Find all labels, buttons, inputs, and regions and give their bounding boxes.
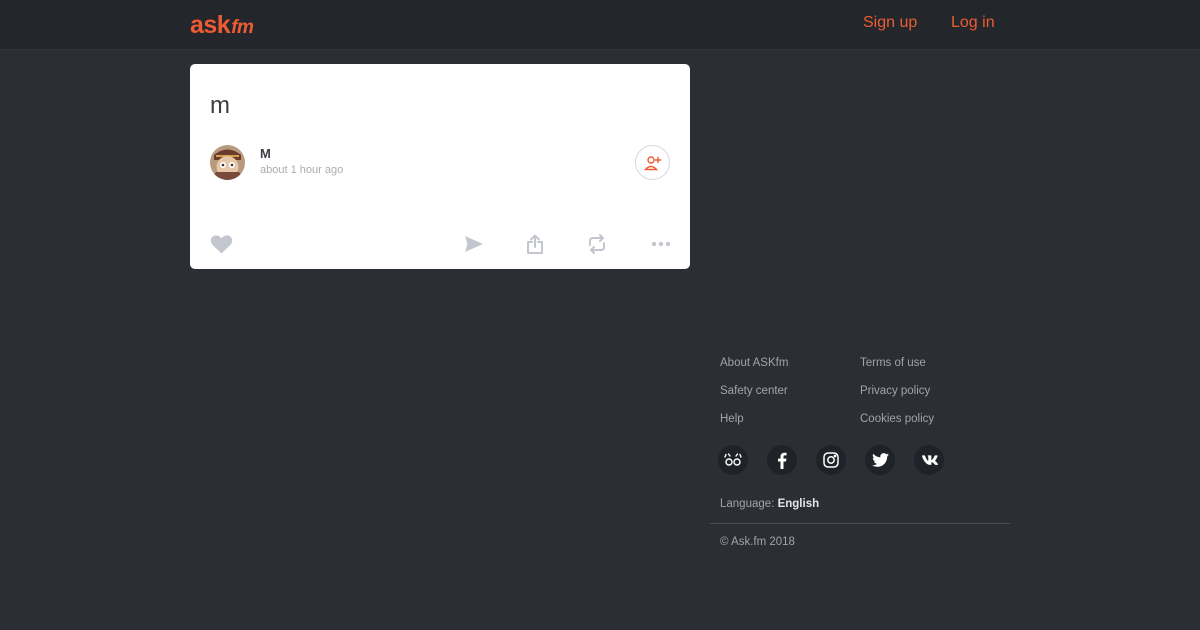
twitter-icon (871, 453, 889, 467)
copyright-text: © Ask.fm 2018 (720, 536, 795, 548)
footer-divider (710, 523, 1010, 524)
question-text: m (210, 92, 230, 119)
follow-button[interactable] (635, 145, 670, 180)
footer-link-safety[interactable]: Safety center (720, 384, 788, 398)
askfm-logo[interactable]: askfm (190, 11, 254, 42)
avatar[interactable] (210, 145, 245, 180)
language-selector[interactable]: Language: English (720, 497, 819, 511)
more-button[interactable] (649, 232, 673, 256)
share-button[interactable] (523, 232, 547, 256)
heart-icon (210, 235, 232, 254)
footer-link-terms[interactable]: Terms of use (860, 356, 926, 370)
askfm-social-button[interactable] (718, 445, 748, 475)
vk-social-button[interactable] (914, 445, 944, 475)
footer-link-help[interactable]: Help (720, 412, 744, 426)
askfm-icon (724, 453, 742, 466)
footer-link-about[interactable]: About ASKfm (720, 356, 788, 370)
logo-suffix: fm (231, 17, 254, 38)
twitter-social-button[interactable] (865, 445, 895, 475)
instagram-social-button[interactable] (816, 445, 846, 475)
share-icon (527, 234, 543, 254)
post-timestamp[interactable]: about 1 hour ago (260, 164, 343, 177)
language-label: Language: (720, 498, 775, 510)
repost-icon (589, 234, 605, 254)
vk-icon (922, 454, 938, 465)
like-button[interactable] (209, 232, 233, 256)
footer-link-cookies[interactable]: Cookies policy (860, 412, 934, 426)
add-user-icon (643, 155, 661, 170)
facebook-social-button[interactable] (767, 445, 797, 475)
more-icon (651, 241, 671, 247)
logo-main: ask (190, 11, 231, 39)
sign-up-link[interactable]: Sign up (863, 14, 917, 32)
repost-button[interactable] (585, 232, 609, 256)
facebook-icon (778, 452, 787, 469)
footer-link-privacy[interactable]: Privacy policy (860, 384, 930, 398)
author-name[interactable]: M (260, 146, 271, 161)
instagram-icon (823, 452, 839, 468)
log-in-link[interactable]: Log in (951, 14, 995, 32)
question-card: m M about 1 hour ago (190, 64, 690, 269)
send-icon (465, 236, 483, 252)
language-value[interactable]: English (778, 498, 820, 510)
top-navigation-bar: askfm Sign up Log in (0, 0, 1200, 50)
send-button[interactable] (462, 232, 486, 256)
